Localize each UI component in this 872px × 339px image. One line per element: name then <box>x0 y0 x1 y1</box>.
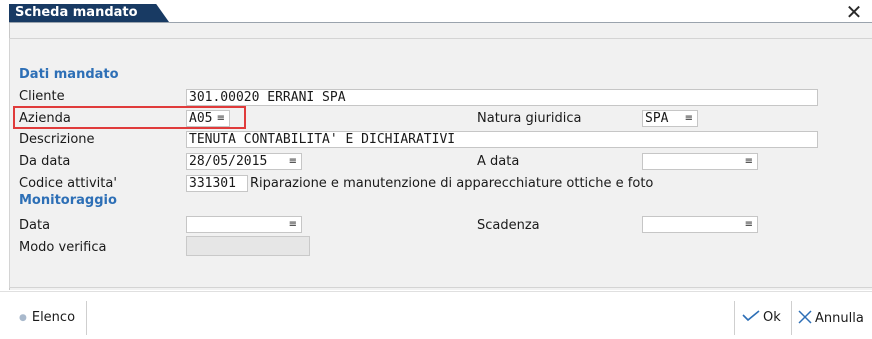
cancel-icon <box>798 310 812 324</box>
footer-divider-ok <box>734 301 735 335</box>
cliente-label: Cliente <box>19 89 65 104</box>
window-title: Scheda mandato <box>9 4 169 22</box>
annulla-button[interactable]: Annulla <box>798 310 864 326</box>
azienda-field[interactable]: A05 ≡ <box>186 110 230 127</box>
da-data-value: 28/05/2015 <box>189 154 268 169</box>
scadenza-calendar-icon[interactable]: ≡ <box>745 217 753 232</box>
footer-divider <box>86 301 87 335</box>
scadenza-field[interactable]: ≡ <box>642 216 758 233</box>
codice-attivita-value: 331301 <box>189 176 236 191</box>
elenco-button[interactable]: ● Elenco <box>19 310 75 325</box>
a-data-field[interactable]: ≡ <box>642 153 758 170</box>
descrizione-field[interactable]: TENUTA CONTABILITA' E DICHIARATIVI <box>186 131 818 148</box>
azienda-lookup-icon[interactable]: ≡ <box>217 111 225 126</box>
azienda-value: A05 <box>189 111 213 126</box>
da-data-label: Da data <box>19 154 71 169</box>
descrizione-label: Descrizione <box>19 132 95 147</box>
da-data-field[interactable]: 28/05/2015 ≡ <box>186 153 302 170</box>
data-label: Data <box>19 218 51 233</box>
footer-divider-annulla <box>791 301 792 335</box>
section-dati-mandato: Dati mandato <box>19 67 119 82</box>
ok-button[interactable]: Ok <box>742 310 781 325</box>
da-data-calendar-icon[interactable]: ≡ <box>289 154 297 169</box>
codice-attivita-label: Codice attivita' <box>19 176 117 191</box>
annulla-label: Annulla <box>815 311 864 326</box>
data-calendar-icon[interactable]: ≡ <box>289 217 297 232</box>
modo-verifica-field <box>186 236 310 256</box>
codice-attivita-description: Riparazione e manutenzione di apparecchi… <box>250 176 654 191</box>
cliente-value: 301.00020 ERRANI SPA <box>189 90 346 105</box>
natura-giuridica-value: SPA <box>645 111 669 126</box>
cliente-field[interactable]: 301.00020 ERRANI SPA <box>186 89 818 106</box>
natura-giuridica-field[interactable]: SPA ≡ <box>642 110 698 127</box>
a-data-label: A data <box>477 154 520 169</box>
modo-verifica-label: Modo verifica <box>19 240 107 255</box>
descrizione-value: TENUTA CONTABILITA' E DICHIARATIVI <box>189 132 456 147</box>
close-icon[interactable]: ✕ <box>844 2 864 22</box>
check-icon <box>742 310 760 322</box>
section-monitoraggio: Monitoraggio <box>19 193 117 208</box>
bullet-icon: ● <box>19 312 27 323</box>
elenco-label: Elenco <box>31 310 76 325</box>
ok-label: Ok <box>763 310 781 325</box>
codice-attivita-field[interactable]: 331301 <box>186 175 248 192</box>
scadenza-label: Scadenza <box>477 218 540 233</box>
natura-giuridica-label: Natura giuridica <box>477 111 582 126</box>
azienda-label: Azienda <box>19 111 71 126</box>
a-data-calendar-icon[interactable]: ≡ <box>745 154 753 169</box>
data-field[interactable]: ≡ <box>186 216 302 233</box>
natura-giuridica-dropdown-icon[interactable]: ≡ <box>685 111 693 126</box>
